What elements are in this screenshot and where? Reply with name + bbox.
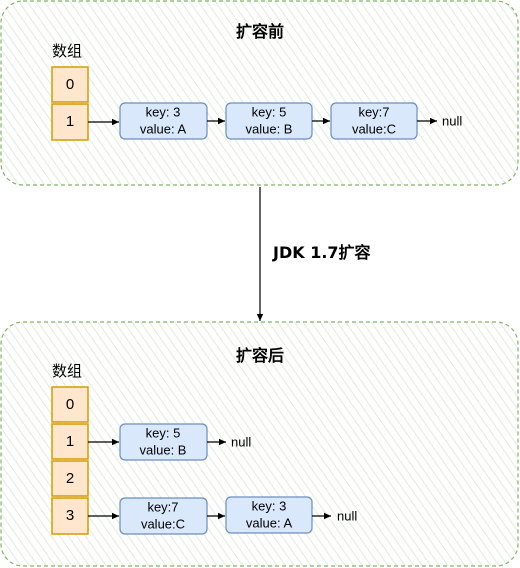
diagram-canvas: 扩容前 数组 0 1 key: 3 value: A key: 5 value:… [0,0,519,567]
after-cell3-node-1-value: value:C [141,516,185,531]
after-cell1-null-label: null [231,434,251,449]
before-title: 扩容前 [236,22,284,41]
before-node-2-key: key: 5 [252,104,287,119]
after-array: 0 1 2 3 [51,386,89,535]
after-array-cell-3-label: 3 [66,507,74,524]
after-cell1-node-1: key: 5 value: B [119,423,208,461]
after-array-cell-0-label: 0 [66,396,74,413]
before-node-3-value: value:C [352,121,396,136]
before-node-1-key: key: 3 [146,104,181,119]
after-array-cell-2-label: 2 [66,470,74,487]
after-cell3-node-2-value: value: A [246,515,293,530]
before-node-2: key: 5 value: B [225,102,313,140]
before-array-cell-0-label: 0 [66,76,74,93]
after-cell3-node-1-key: key:7 [147,499,178,514]
before-node-1-value: value: A [140,121,187,136]
before-null-label: null [442,113,462,128]
before-panel: 扩容前 数组 0 1 key: 3 value: A key: 5 value:… [0,0,519,186]
after-cell1-node-1-value: value: B [140,442,187,457]
before-array-cell-1-label: 1 [66,113,74,130]
before-node-2-value: value: B [246,121,293,136]
after-cell3-node-2-key: key: 3 [252,498,287,513]
after-array-label: 数组 [52,362,82,380]
before-array-label: 数组 [52,42,82,60]
before-node-3: key:7 value:C [330,102,418,140]
after-array-cell-1-label: 1 [66,433,74,450]
after-title: 扩容后 [236,346,284,365]
after-cell3-node-1: key:7 value:C [119,497,208,535]
after-cell1-node-1-key: key: 5 [146,425,181,440]
transition-label: JDK 1.7扩容 [272,243,371,262]
before-node-1: key: 3 value: A [119,102,208,140]
after-panel: 扩容后 数组 0 1 2 3 key: 5 value: B null key:… [0,321,519,567]
after-cell3-node-2: key: 3 value: A [225,496,313,534]
before-array: 0 1 [51,66,89,141]
before-node-3-key: key:7 [358,104,389,119]
after-cell3-null-label: null [337,508,357,523]
